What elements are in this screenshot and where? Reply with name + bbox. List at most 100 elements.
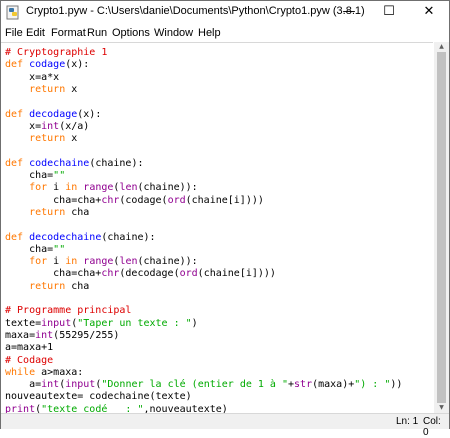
code-line[interactable]: texte=input("Taper un texte : ") bbox=[5, 318, 198, 330]
code-token-keyword: def bbox=[5, 108, 30, 120]
code-token-plain: x=a*x bbox=[5, 71, 60, 83]
scrollbar-thumb[interactable] bbox=[437, 52, 446, 403]
code-line[interactable]: # Codage bbox=[5, 355, 53, 367]
code-token-plain: cha=cha+ bbox=[5, 194, 102, 206]
code-token-plain: (x): bbox=[65, 59, 90, 71]
code-token-plain: (codage( bbox=[119, 194, 168, 206]
menu-run[interactable]: Run bbox=[87, 27, 107, 39]
code-token-string: "Taper un texte : " bbox=[77, 317, 192, 329]
code-line[interactable]: # Programme principal bbox=[5, 305, 131, 317]
code-line[interactable]: def decodechaine(chaine): bbox=[5, 232, 156, 244]
code-token-builtin: ord bbox=[179, 268, 198, 280]
code-token-builtin: chr bbox=[101, 268, 120, 280]
code-token-plain: a>maxa: bbox=[35, 366, 84, 378]
code-token-builtin: range bbox=[83, 256, 114, 268]
code-line[interactable]: for i in range(len(chaine)): bbox=[5, 182, 198, 194]
code-token-keyword: for bbox=[29, 256, 48, 268]
code-token-plain: (chaine)): bbox=[137, 182, 198, 194]
code-token-keyword: def bbox=[5, 59, 30, 71]
code-token-defname: decodechaine bbox=[29, 231, 102, 243]
code-token-defname: codage bbox=[29, 59, 66, 71]
code-token-plain: (x/a) bbox=[59, 120, 90, 132]
code-line[interactable]: maxa=int(55295/255) bbox=[5, 330, 119, 342]
menu-window[interactable]: Window bbox=[154, 27, 193, 39]
code-token-plain: cha=cha+ bbox=[5, 268, 102, 280]
code-token-keyword: return bbox=[29, 83, 66, 95]
scroll-up-icon[interactable]: ▲ bbox=[437, 43, 446, 51]
code-token-builtin: int bbox=[41, 120, 60, 132]
code-line[interactable]: cha="" bbox=[5, 244, 65, 256]
menu-file[interactable]: File bbox=[5, 27, 23, 39]
code-token-keyword: in bbox=[65, 182, 78, 194]
maximize-button[interactable]: ☐ bbox=[369, 1, 409, 23]
code-line[interactable]: a=maxa+1 bbox=[5, 342, 53, 354]
close-button[interactable]: ✕ bbox=[409, 1, 449, 23]
python-file-icon bbox=[6, 5, 19, 20]
code-token-plain: (chaine)): bbox=[137, 256, 198, 268]
code-token-plain: cha= bbox=[5, 170, 54, 181]
code-token-defname: codechaine bbox=[29, 157, 90, 169]
code-token-builtin: chr bbox=[101, 194, 120, 206]
menu-help[interactable]: Help bbox=[198, 27, 221, 39]
code-token-builtin: input bbox=[41, 317, 72, 329]
code-token-plain: (chaine[i]))) bbox=[185, 194, 264, 206]
code-token-builtin: str bbox=[294, 379, 313, 391]
code-token-plain: a=maxa+1 bbox=[5, 342, 54, 354]
code-token-plain: i bbox=[47, 256, 66, 268]
code-token-plain: (x): bbox=[77, 108, 102, 120]
code-token-string: "" bbox=[53, 243, 66, 255]
code-token-plain: nouveautexte= codechaine(texte) bbox=[5, 391, 192, 403]
code-line[interactable]: cha=cha+chr(codage(ord(chaine[i]))) bbox=[5, 195, 264, 207]
code-token-plain: )) bbox=[390, 379, 403, 391]
code-token-builtin: len bbox=[119, 256, 138, 268]
code-line[interactable]: return cha bbox=[5, 207, 89, 219]
menu-bar: File Edit Format Run Options Window Help bbox=[1, 25, 449, 43]
column-indicator: Col: 0 bbox=[423, 416, 441, 438]
window-title: Crypto1.pyw - C:\Users\danie\Documents\P… bbox=[26, 5, 365, 17]
code-token-plain: cha= bbox=[5, 243, 54, 255]
code-line[interactable]: def codage(x): bbox=[5, 59, 89, 71]
code-token-string: ") : " bbox=[354, 379, 391, 391]
title-bar[interactable]: Crypto1.pyw - C:\Users\danie\Documents\P… bbox=[1, 1, 449, 23]
vertical-scrollbar[interactable]: ▲ ▼ bbox=[434, 42, 449, 413]
code-line[interactable]: cha="" bbox=[5, 170, 65, 182]
code-line[interactable]: x=a*x bbox=[5, 72, 59, 84]
menu-edit[interactable]: Edit bbox=[26, 27, 45, 39]
code-line[interactable]: a=int(input("Donner la clé (entier de 1 … bbox=[5, 379, 402, 391]
code-token-plain: (chaine): bbox=[89, 157, 144, 169]
code-token-keyword: return bbox=[29, 133, 66, 145]
code-line[interactable]: x=int(x/a) bbox=[5, 121, 89, 133]
code-token-defname: decodage bbox=[29, 108, 78, 120]
code-line[interactable]: # Cryptographie 1 bbox=[5, 47, 107, 59]
code-token-string: "" bbox=[53, 170, 66, 181]
code-line[interactable]: return cha bbox=[5, 281, 89, 293]
code-token-plain: ) bbox=[191, 317, 198, 329]
code-line[interactable]: return x bbox=[5, 133, 77, 145]
code-token-plain: a= bbox=[5, 379, 42, 391]
code-line[interactable]: def decodage(x): bbox=[5, 109, 101, 121]
code-line[interactable]: def codechaine(chaine): bbox=[5, 158, 144, 170]
code-line[interactable]: for i in range(len(chaine)): bbox=[5, 256, 198, 268]
status-bar: Ln: 1 Col: 0 bbox=[1, 413, 449, 438]
code-token-keyword: while bbox=[5, 366, 36, 378]
code-token-keyword: return bbox=[29, 280, 66, 292]
code-token-keyword: def bbox=[5, 231, 30, 243]
code-line[interactable]: nouveautexte= codechaine(texte) bbox=[5, 391, 192, 403]
code-editor[interactable]: # Cryptographie 1 def codage(x): x=a*x re… bbox=[1, 42, 433, 414]
code-token-builtin: ord bbox=[167, 194, 186, 206]
minimize-button[interactable]: — bbox=[329, 1, 369, 23]
menu-format[interactable]: Format bbox=[51, 27, 86, 39]
idle-window: Crypto1.pyw - C:\Users\danie\Documents\P… bbox=[0, 0, 450, 438]
code-token-plain: (chaine[i]))) bbox=[197, 268, 276, 280]
scroll-down-icon[interactable]: ▼ bbox=[437, 404, 446, 412]
menu-options[interactable]: Options bbox=[112, 27, 150, 39]
code-line[interactable]: return x bbox=[5, 84, 77, 96]
code-line[interactable]: while a>maxa: bbox=[5, 367, 83, 379]
code-token-keyword: for bbox=[29, 182, 48, 194]
code-line[interactable]: cha=cha+chr(decodage(ord(chaine[i]))) bbox=[5, 268, 276, 280]
code-token-comment: # Programme principal bbox=[5, 305, 132, 317]
